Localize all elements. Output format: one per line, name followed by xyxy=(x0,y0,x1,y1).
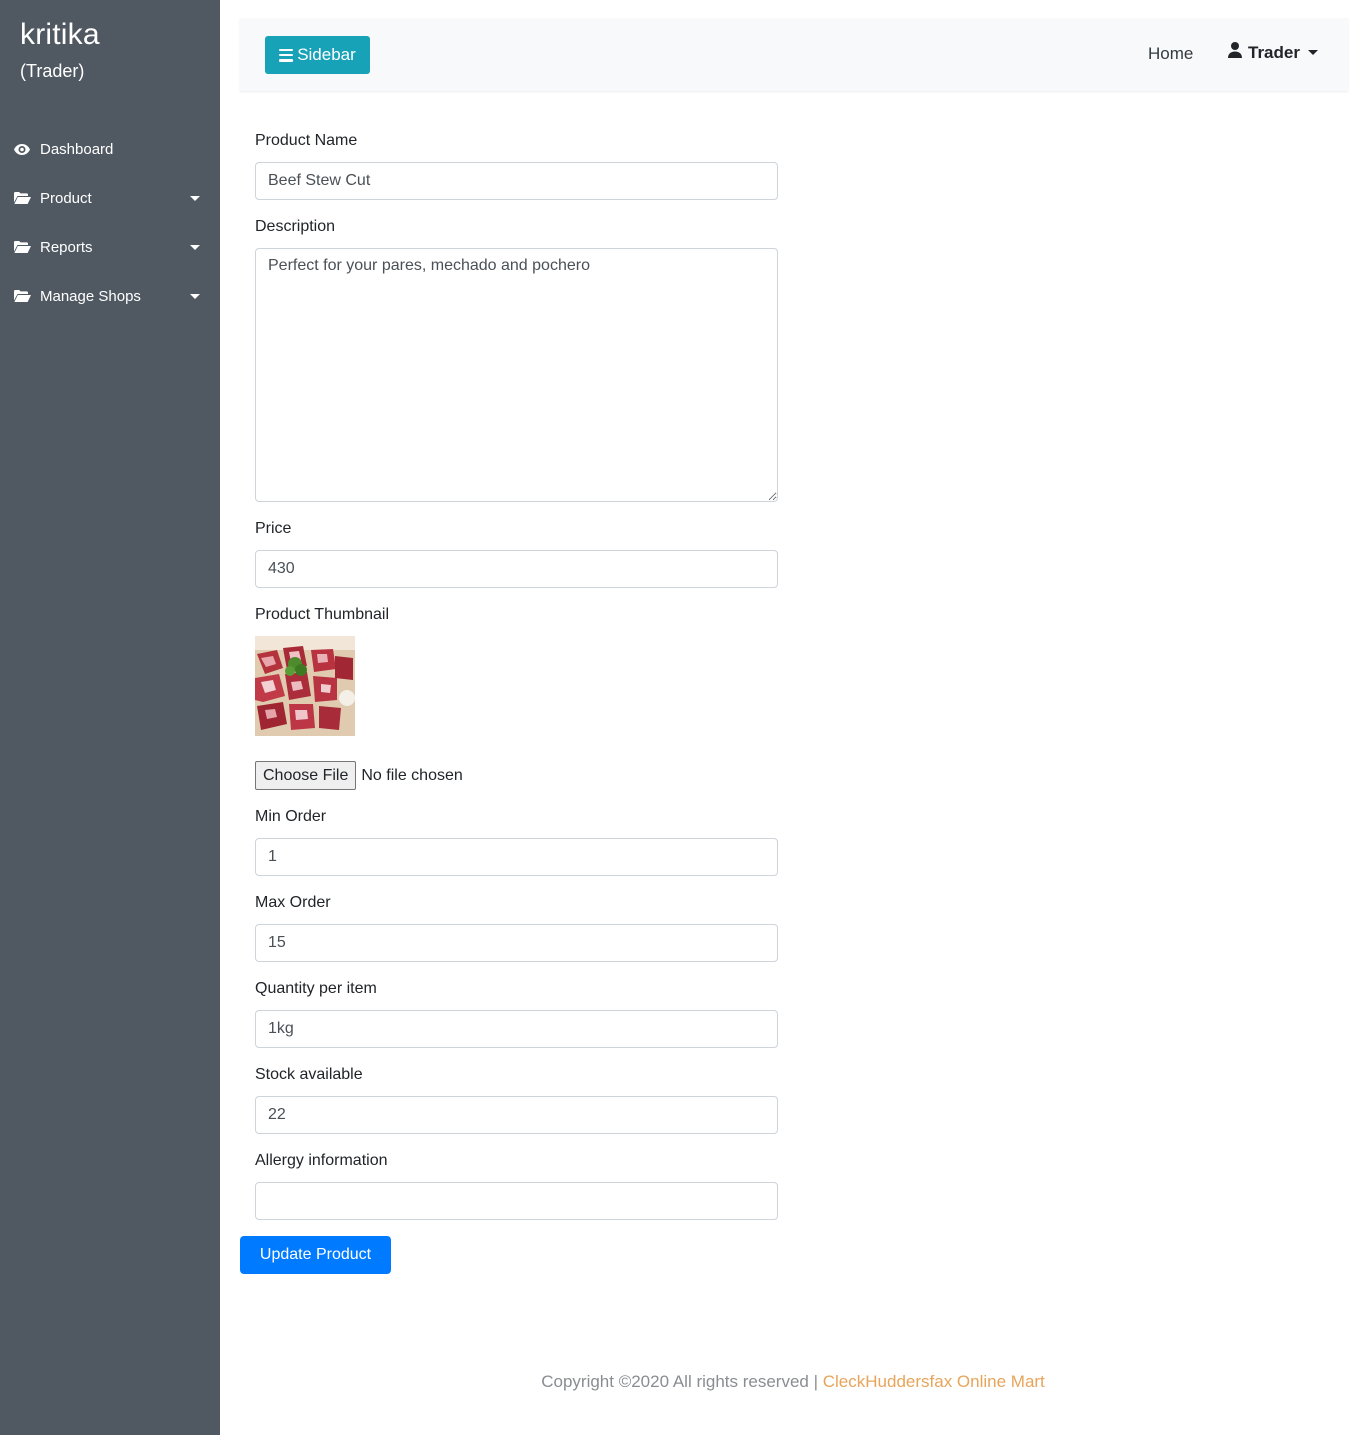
stock-label: Stock available xyxy=(255,1066,363,1083)
caret-down-icon xyxy=(190,245,200,250)
stock-input[interactable] xyxy=(255,1096,778,1134)
footer-brand-link[interactable]: CleckHuddersfax Online Mart xyxy=(823,1372,1045,1391)
description-textarea[interactable]: Perfect for your pares, mechado and poch… xyxy=(255,248,778,502)
user-menu-dropdown[interactable]: Trader xyxy=(1228,42,1318,63)
hamburger-icon xyxy=(279,48,294,62)
sidebar-item-product[interactable]: Product xyxy=(0,178,220,218)
max-order-input[interactable] xyxy=(255,924,778,962)
footer: Copyright ©2020 All rights reserved | Cl… xyxy=(220,1372,1366,1392)
caret-down-icon xyxy=(190,294,200,299)
sidebar-item-label: Reports xyxy=(40,238,93,256)
thumbnail-label: Product Thumbnail xyxy=(255,606,389,623)
caret-down-icon xyxy=(1307,50,1318,55)
brand-role: (Trader) xyxy=(20,61,85,81)
min-order-label: Min Order xyxy=(255,808,327,825)
price-label: Price xyxy=(255,520,292,537)
sidebar-item-dashboard[interactable]: Dashboard xyxy=(0,129,220,169)
folder-open-icon xyxy=(14,289,32,303)
user-icon xyxy=(1228,42,1242,63)
sidebar-item-reports[interactable]: Reports xyxy=(0,227,220,267)
sidebar-item-label: Manage Shops xyxy=(40,287,141,305)
sidebar-item-label: Dashboard xyxy=(40,140,114,158)
copyright-text: Copyright ©2020 All rights reserved | xyxy=(541,1372,823,1391)
sidebar-toggle-label: Sidebar xyxy=(297,45,356,64)
price-input[interactable] xyxy=(255,550,778,588)
sidebar-item-label: Product xyxy=(40,189,92,207)
description-label: Description xyxy=(255,218,336,235)
min-order-input[interactable] xyxy=(255,838,778,876)
quantity-label: Quantity per item xyxy=(255,980,377,997)
eye-icon xyxy=(14,142,32,156)
file-status-text: No file chosen xyxy=(361,766,463,784)
update-product-button[interactable]: Update Product xyxy=(240,1236,391,1274)
quantity-input[interactable] xyxy=(255,1010,778,1048)
folder-open-icon xyxy=(14,240,32,254)
file-upload: Choose File No file chosen xyxy=(255,761,463,790)
user-menu-label: Trader xyxy=(1248,42,1300,62)
product-name-label: Product Name xyxy=(255,132,358,149)
folder-open-icon xyxy=(14,191,32,205)
sidebar-item-manage-shops[interactable]: Manage Shops xyxy=(0,276,220,316)
sidebar-toggle-button[interactable]: Sidebar xyxy=(265,36,370,74)
allergy-label: Allergy information xyxy=(255,1152,388,1169)
home-link[interactable]: Home xyxy=(1148,44,1193,64)
brand-name: kritika xyxy=(20,18,100,51)
product-thumbnail-image xyxy=(255,636,355,736)
choose-file-button[interactable]: Choose File xyxy=(255,761,357,790)
product-name-input[interactable] xyxy=(255,162,778,200)
allergy-input[interactable] xyxy=(255,1182,778,1220)
max-order-label: Max Order xyxy=(255,894,331,911)
caret-down-icon xyxy=(190,196,200,201)
sidebar: kritika (Trader) Dashboard Product Repor… xyxy=(0,0,220,1435)
top-navbar: Sidebar Home Trader xyxy=(240,18,1348,91)
